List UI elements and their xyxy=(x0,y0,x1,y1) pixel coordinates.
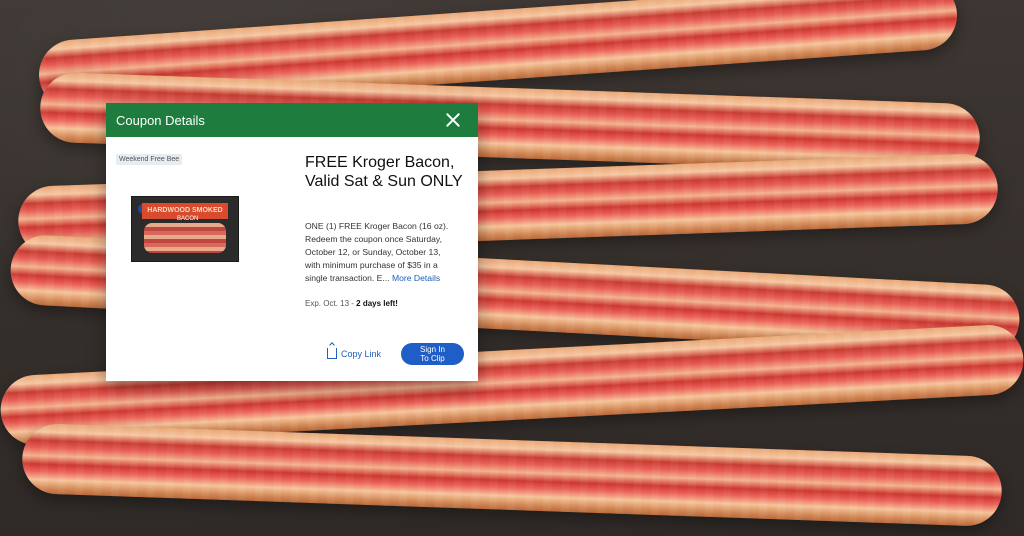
close-icon[interactable] xyxy=(444,111,462,129)
modal-header: Coupon Details xyxy=(106,103,478,137)
coupon-description: ONE (1) FREE Kroger Bacon (16 oz). Redee… xyxy=(305,220,455,285)
copy-link-label: Copy Link xyxy=(341,348,382,359)
copy-link-icon xyxy=(327,348,337,359)
weekend-badge: Weekend Free Bee xyxy=(116,154,183,165)
coupon-details-modal: Coupon Details Weekend Free Bee HARDWOOD… xyxy=(106,103,478,381)
modal-title: Coupon Details xyxy=(116,112,205,128)
copy-link-button[interactable]: Copy Link xyxy=(327,348,381,359)
product-sublabel: BACON xyxy=(177,216,199,222)
days-left: 2 days left! xyxy=(356,299,398,308)
expiration: Exp. Oct. 13 - 2 days left! xyxy=(305,299,398,308)
expiration-date: Exp. Oct. 13 xyxy=(305,299,350,308)
sign-in-to-clip-button[interactable]: Sign In To Clip xyxy=(401,343,464,365)
product-image: HARDWOOD SMOKED BACON xyxy=(131,196,239,262)
clip-button-label: Sign In To Clip xyxy=(420,345,445,363)
product-bacon-graphic xyxy=(144,223,226,253)
more-details-link[interactable]: More Details xyxy=(392,273,440,283)
coupon-title: FREE Kroger Bacon, Valid Sat & Sun ONLY xyxy=(305,154,463,190)
